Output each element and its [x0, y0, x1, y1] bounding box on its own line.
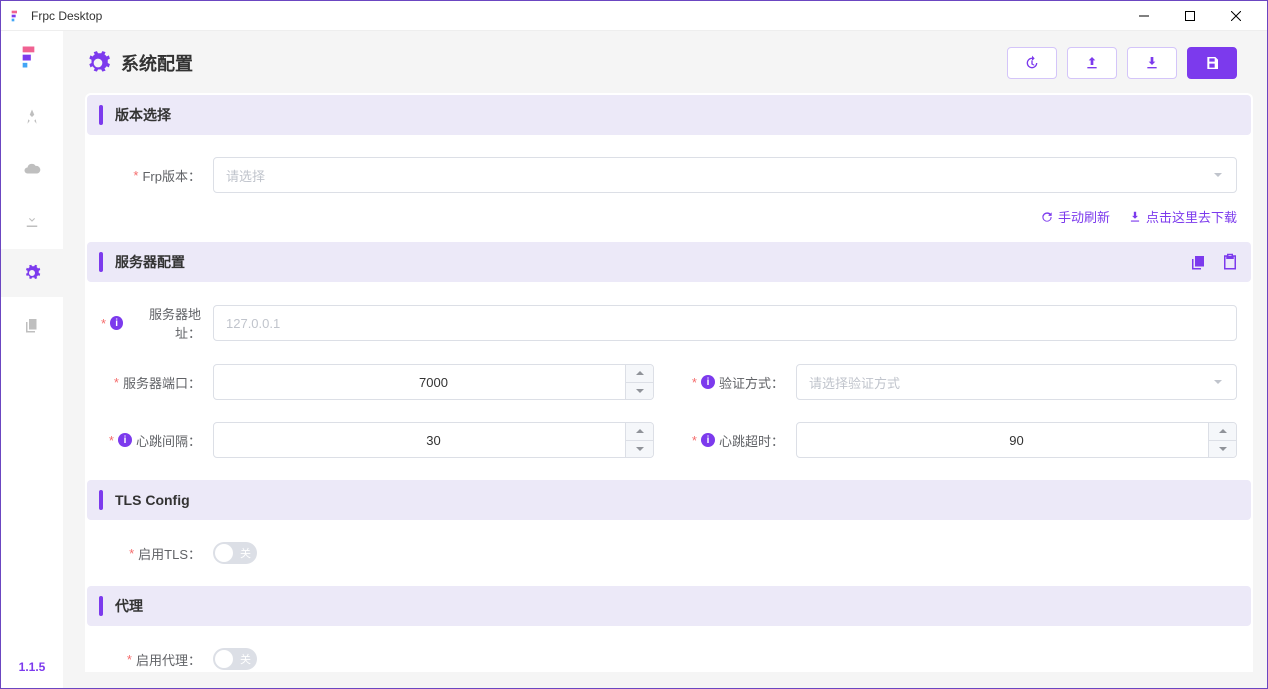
refresh-icon	[1040, 210, 1054, 224]
auth-method-select[interactable]: 请选择验证方式	[796, 364, 1237, 400]
maximize-button[interactable]	[1167, 1, 1213, 31]
enable-proxy-switch[interactable]: 关	[213, 648, 257, 670]
export-button[interactable]	[1067, 47, 1117, 79]
window-title: Frpc Desktop	[31, 9, 1121, 23]
server-port-input[interactable]	[213, 364, 654, 400]
section-version: 版本选择	[87, 95, 1251, 135]
history-icon	[1024, 55, 1040, 71]
section-bar	[99, 596, 103, 616]
server-addr-label: *i服务器地址：	[101, 304, 213, 342]
gear-icon	[85, 50, 111, 76]
section-title: 服务器配置	[115, 252, 1189, 272]
timeout-step-down[interactable]	[1209, 441, 1236, 458]
app-icon	[9, 8, 25, 24]
sidebar: 1.1.5	[1, 31, 63, 688]
section-proxy: 代理	[87, 586, 1251, 626]
sidebar-item-cloud[interactable]	[1, 145, 63, 193]
sidebar-item-launch[interactable]	[1, 93, 63, 141]
info-icon[interactable]: i	[701, 433, 715, 447]
titlebar: Frpc Desktop	[1, 1, 1267, 31]
rocket-icon	[23, 108, 41, 126]
window-controls	[1121, 1, 1259, 31]
save-button[interactable]	[1187, 47, 1237, 79]
section-bar	[99, 105, 103, 125]
row-heartbeat: *i心跳间隔： *i心跳超时：	[87, 422, 1251, 458]
copy-icon[interactable]	[1189, 253, 1207, 271]
history-button[interactable]	[1007, 47, 1057, 79]
enable-proxy-label: *启用代理：	[101, 650, 213, 669]
sidebar-item-download[interactable]	[1, 197, 63, 245]
section-title: 版本选择	[115, 105, 1239, 125]
frp-version-label: *Frp版本：	[101, 166, 213, 185]
chevron-down-icon	[1212, 376, 1224, 388]
app-window: Frpc Desktop 1.1.5 系统配置	[0, 0, 1268, 689]
server-port-label: *服务器端口：	[101, 373, 213, 392]
enable-tls-switch[interactable]: 关	[213, 542, 257, 564]
page-title: 系统配置	[121, 50, 1007, 76]
refresh-link[interactable]: 手动刷新	[1040, 207, 1110, 226]
row-server-addr: *i服务器地址：	[87, 304, 1251, 342]
section-title: TLS Config	[115, 492, 1239, 508]
upload-icon	[1084, 55, 1100, 71]
row-frp-version: *Frp版本： 请选择	[87, 157, 1251, 193]
import-button[interactable]	[1127, 47, 1177, 79]
scroll-area[interactable]: 版本选择 *Frp版本： 请选择	[85, 93, 1267, 672]
content-area: 系统配置 版本选择 *Frp版本：	[63, 31, 1267, 688]
info-icon[interactable]: i	[118, 433, 132, 447]
row-proxy: *启用代理： 关	[87, 648, 1251, 670]
settings-card: 版本选择 *Frp版本： 请选择	[85, 93, 1253, 672]
heart-timeout-input[interactable]	[796, 422, 1237, 458]
frp-version-select[interactable]: 请选择	[213, 157, 1237, 193]
logo-icon	[18, 43, 46, 71]
download-icon	[23, 212, 41, 230]
sidebar-item-copy[interactable]	[1, 301, 63, 349]
auth-method-label: *i验证方式：	[684, 373, 796, 392]
section-tls: TLS Config	[87, 480, 1251, 520]
info-icon[interactable]: i	[110, 316, 123, 330]
info-icon[interactable]: i	[701, 375, 715, 389]
download-icon	[1128, 210, 1142, 224]
cloud-icon	[23, 160, 41, 178]
close-button[interactable]	[1213, 1, 1259, 31]
version-label: 1.1.5	[19, 660, 46, 674]
save-icon	[1204, 55, 1220, 71]
section-bar	[99, 490, 103, 510]
sidebar-item-settings[interactable]	[1, 249, 63, 297]
row-port-auth: *服务器端口： *i验证方式： 请选择验证方式	[87, 364, 1251, 400]
section-server: 服务器配置	[87, 242, 1251, 282]
interval-step-up[interactable]	[626, 423, 653, 441]
enable-tls-label: *启用TLS：	[101, 544, 213, 563]
server-addr-input[interactable]	[213, 305, 1237, 341]
port-step-up[interactable]	[626, 365, 653, 383]
interval-step-down[interactable]	[626, 441, 653, 458]
chevron-down-icon	[1212, 169, 1224, 181]
app-body: 1.1.5 系统配置 版本选择	[1, 31, 1267, 688]
section-bar	[99, 252, 103, 272]
heart-interval-label: *i心跳间隔：	[101, 431, 213, 450]
port-step-down[interactable]	[626, 383, 653, 400]
paste-icon[interactable]	[1221, 253, 1239, 271]
heart-timeout-label: *i心跳超时：	[684, 431, 796, 450]
copy-icon	[23, 316, 41, 334]
header-actions	[1007, 47, 1237, 79]
timeout-step-up[interactable]	[1209, 423, 1236, 441]
row-tls: *启用TLS： 关	[87, 542, 1251, 564]
download-icon	[1144, 55, 1160, 71]
heart-interval-input[interactable]	[213, 422, 654, 458]
section-title: 代理	[115, 596, 1239, 616]
minimize-button[interactable]	[1121, 1, 1167, 31]
gear-icon	[23, 264, 41, 282]
download-link[interactable]: 点击这里去下载	[1128, 207, 1237, 226]
version-links: 手动刷新 点击这里去下载	[87, 207, 1251, 226]
page-header: 系统配置	[85, 47, 1267, 79]
